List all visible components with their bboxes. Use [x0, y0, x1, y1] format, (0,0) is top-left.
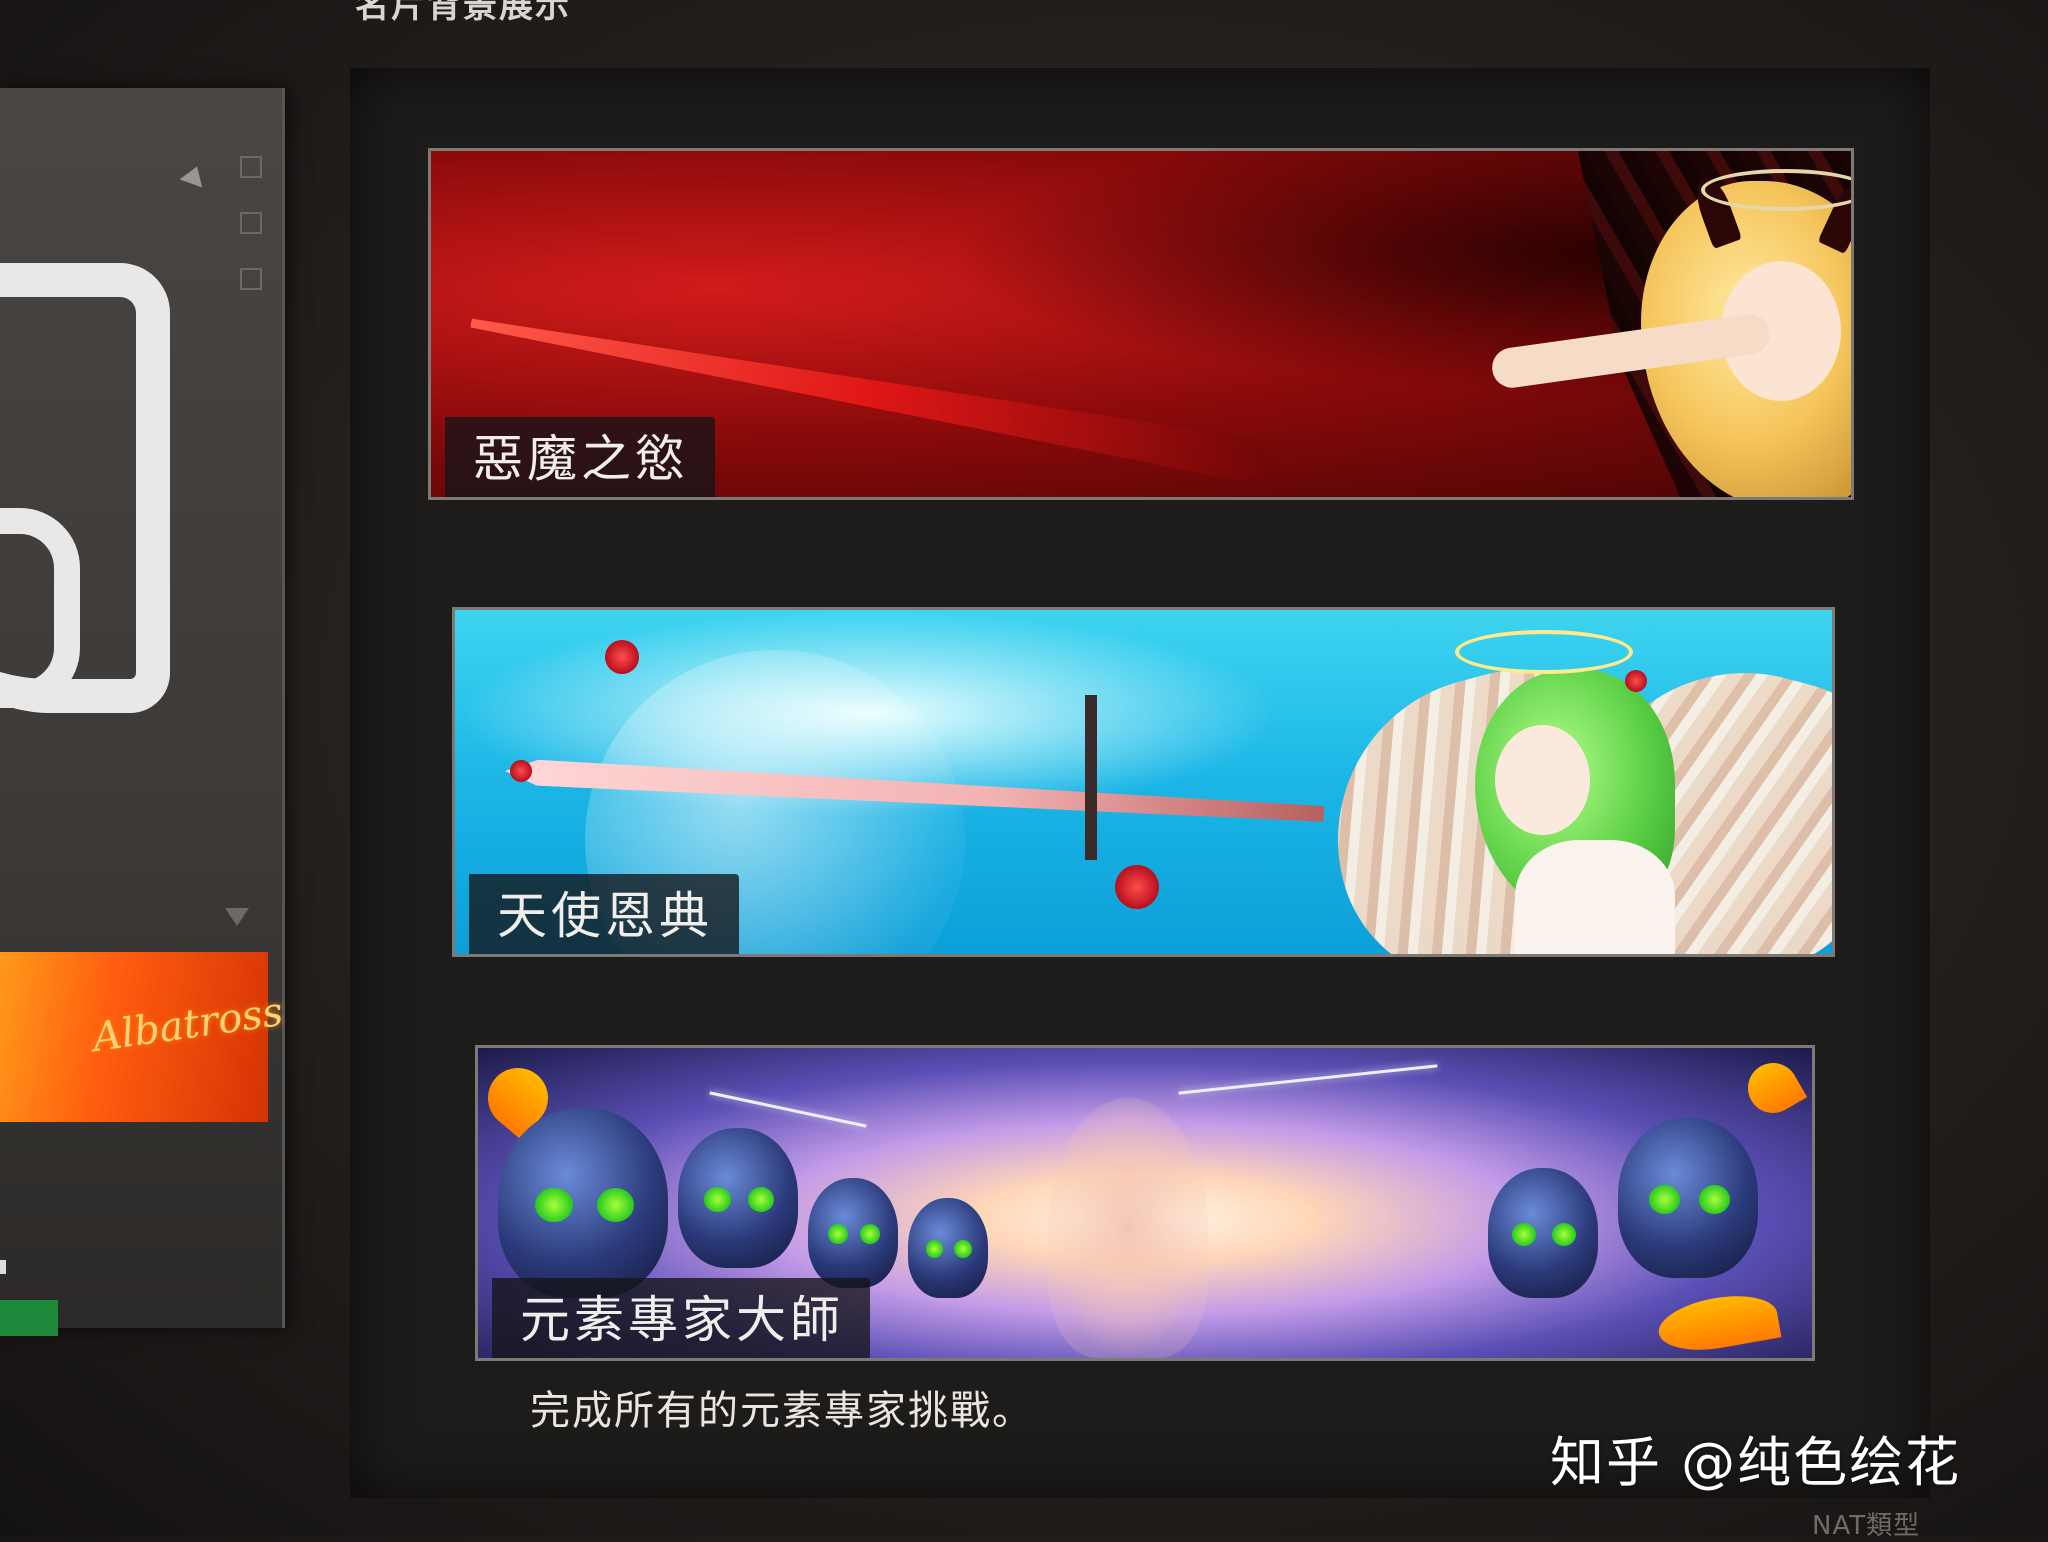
banner-card-elemental[interactable]: 元素專家大師 [475, 1045, 1815, 1361]
eye-icon [704, 1186, 731, 1212]
eye-icon [1512, 1222, 1537, 1246]
corner-label: NAT類型 [1812, 1511, 1921, 1541]
skull-icon [498, 1108, 668, 1298]
eye-icon [596, 1187, 634, 1222]
skull-icon [1488, 1168, 1598, 1298]
eye-icon [1551, 1222, 1576, 1246]
eye-icon [1699, 1185, 1730, 1214]
side-panel: Albatross [0, 88, 286, 1336]
rose-icon [1625, 670, 1647, 692]
skull-icon [908, 1198, 988, 1298]
scroll-down-icon[interactable] [225, 908, 249, 926]
flame-icon [1738, 1053, 1808, 1123]
character-body-icon [1515, 840, 1675, 954]
eye-icon [860, 1224, 880, 1244]
character-face-icon [1495, 725, 1590, 835]
logo-glyph-icon [0, 508, 80, 708]
rose-icon [1115, 865, 1159, 909]
banner-label: 惡魔之慾 [445, 417, 715, 497]
banner-label: 元素專家大師 [492, 1278, 870, 1358]
halo-icon [1455, 630, 1633, 674]
eye-icon [747, 1186, 774, 1212]
thumbnail-card[interactable]: Albatross [0, 952, 286, 1122]
banner-card-angel[interactable]: 天使恩典 [452, 607, 1835, 957]
banner-label: 天使恩典 [469, 874, 739, 954]
green-status-bar [0, 1300, 58, 1336]
rose-icon [510, 760, 532, 782]
skull-icon [1618, 1118, 1758, 1278]
sword-guard-icon [1085, 695, 1097, 860]
eye-icon [827, 1224, 848, 1244]
eye-icon [535, 1187, 573, 1222]
rose-icon [605, 640, 639, 674]
glowing-figure-icon [1048, 1098, 1208, 1358]
eye-icon [954, 1240, 972, 1258]
indicator-dot [0, 1260, 6, 1274]
thumbnail-text: Albatross [89, 988, 286, 1062]
flame-icon [1654, 1287, 1782, 1358]
lightning-icon [1178, 1064, 1438, 1095]
checkbox[interactable] [240, 212, 262, 234]
watermark: 知乎 @纯色绘花 [1550, 1431, 1962, 1494]
skull-icon [678, 1128, 798, 1268]
banner-card-demon[interactable]: 惡魔之慾 [428, 148, 1854, 500]
checkbox[interactable] [240, 156, 262, 178]
banner-description: 完成所有的元素專家挑戰。 [530, 1388, 1034, 1434]
scroll-up-icon[interactable] [179, 162, 209, 188]
eye-icon [1648, 1185, 1680, 1214]
skull-icon [808, 1178, 898, 1288]
eye-icon [925, 1240, 944, 1258]
checkbox[interactable] [240, 268, 262, 290]
page-title: 名片背景展示 [355, 0, 571, 26]
lightning-icon [709, 1091, 867, 1128]
